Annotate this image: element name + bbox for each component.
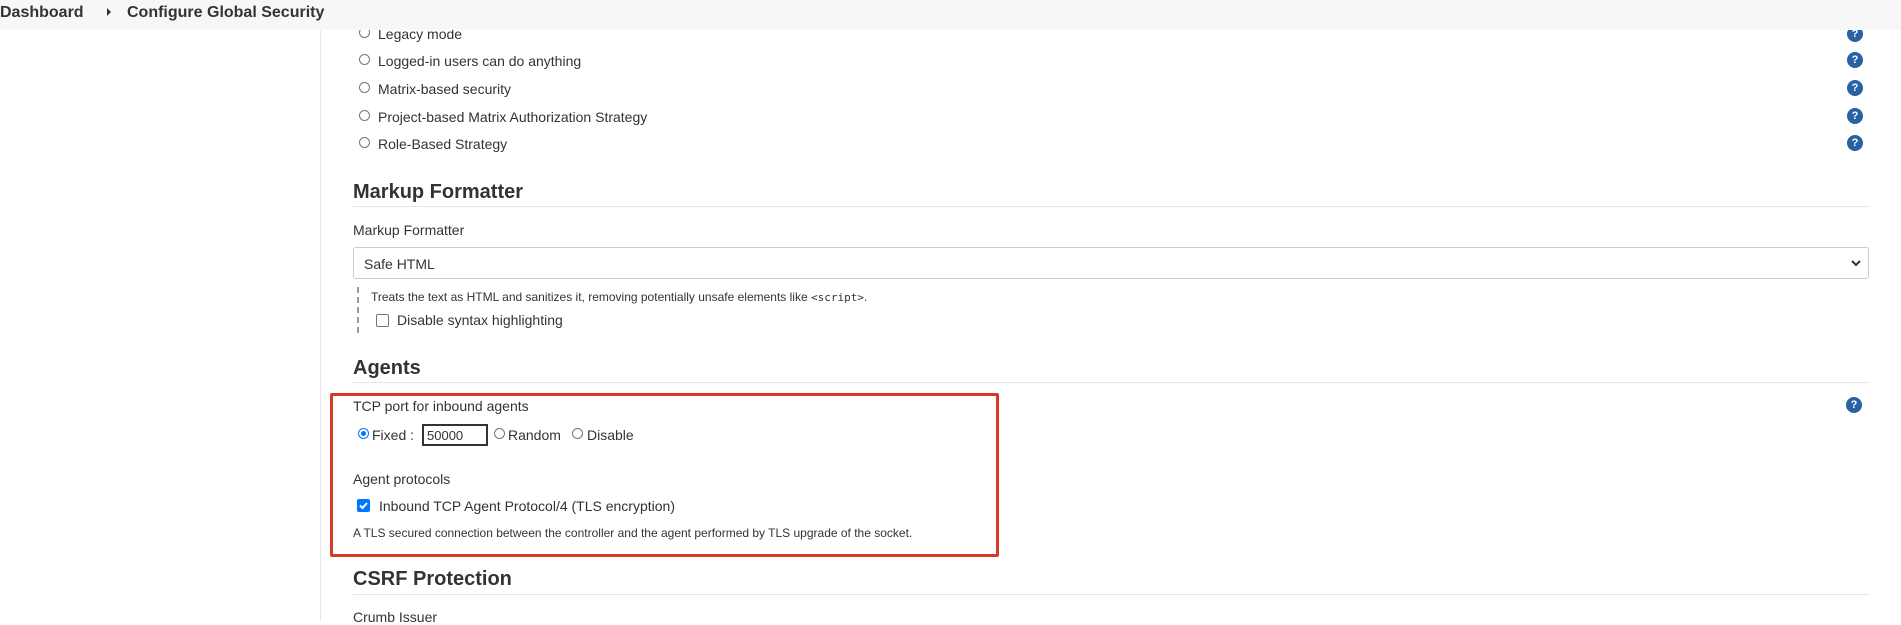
chevron-right-icon (106, 7, 112, 20)
highlight-box (330, 393, 999, 557)
select-value: Safe HTML (364, 256, 435, 272)
disable-syntax-highlighting-label: Disable syntax highlighting (397, 312, 563, 328)
help-icon[interactable]: ? (1847, 52, 1863, 68)
radio-project-based-matrix[interactable] (359, 110, 370, 121)
help-icon[interactable]: ? (1847, 80, 1863, 96)
description-rule (357, 287, 359, 333)
option-label-project-based-matrix: Project-based Matrix Authorization Strat… (378, 109, 648, 125)
radio-matrix-based[interactable] (359, 82, 370, 93)
help-icon[interactable]: ? (1847, 135, 1863, 151)
section-title-agents: Agents (353, 357, 421, 379)
disable-syntax-highlighting-checkbox[interactable] (376, 314, 389, 327)
top-bar: Dashboard Configure Global Security (0, 0, 1901, 30)
crumb-issuer-label: Crumb Issuer (353, 609, 438, 625)
section-divider (353, 382, 1869, 383)
sidebar (0, 30, 321, 621)
section-divider (353, 206, 1869, 207)
markup-formatter-description: Treats the text as HTML and sanitizes it… (371, 290, 868, 304)
section-title-markup-formatter: Markup Formatter (353, 181, 524, 203)
option-label-matrix-based: Matrix-based security (378, 81, 512, 97)
option-label-logged-in-users: Logged-in users can do anything (378, 53, 582, 69)
chevron-down-icon (1850, 256, 1862, 274)
radio-role-based[interactable] (359, 137, 370, 148)
main-content: Legacy mode ? Logged-in users can do any… (321, 0, 1901, 625)
field-label-markup-formatter: Markup Formatter (353, 222, 465, 238)
option-label-role-based: Role-Based Strategy (378, 136, 508, 152)
radio-logged-in-users[interactable] (359, 54, 370, 65)
markup-formatter-select[interactable]: Safe HTML (353, 247, 1869, 279)
section-title-csrf-protection: CSRF Protection (353, 568, 512, 590)
breadcrumb-configure-global-security[interactable]: Configure Global Security (127, 4, 324, 22)
section-divider (353, 594, 1869, 595)
breadcrumb-dashboard[interactable]: Dashboard (0, 4, 84, 22)
help-icon[interactable]: ? (1847, 108, 1863, 124)
help-icon[interactable]: ? (1846, 397, 1862, 413)
